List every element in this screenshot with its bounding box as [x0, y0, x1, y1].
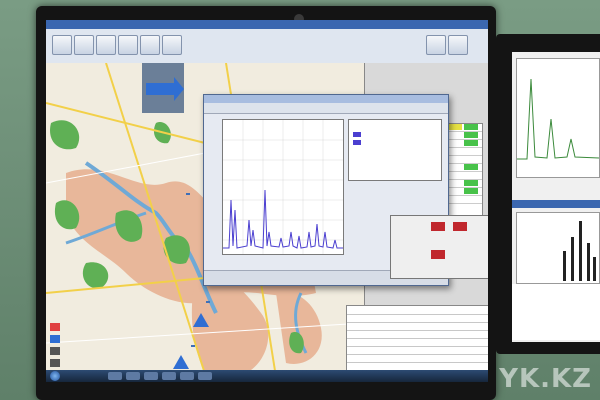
map-station-label[interactable] [191, 345, 195, 347]
secondary-window-titlebar[interactable] [512, 200, 600, 208]
data-grid [346, 305, 488, 379]
status-cell [464, 132, 478, 138]
status-cell [464, 180, 478, 186]
secondary-data-table [512, 284, 600, 340]
grid-row-line [347, 346, 488, 347]
grid-row-line [347, 330, 488, 331]
toolbar-button-8[interactable] [448, 35, 468, 55]
watermark: YK.KZ [499, 364, 592, 394]
secondary-bar-canvas [563, 221, 596, 281]
map-station-label[interactable] [206, 301, 210, 303]
secondary-line-chart [516, 58, 600, 178]
grid-row-line [347, 314, 488, 315]
os-taskbar [46, 370, 488, 382]
taskbar-item[interactable] [198, 372, 212, 380]
plot-y-axis [206, 119, 222, 253]
grid-row-line [347, 354, 488, 355]
legend-swatch [50, 347, 60, 355]
app-titlebar [46, 20, 488, 29]
status-cell [464, 188, 478, 194]
time-series-plot [222, 119, 344, 255]
series-list [348, 119, 442, 181]
legend-swatch [50, 359, 60, 367]
grid-row-line [347, 338, 488, 339]
toolbar-button-3[interactable] [96, 35, 116, 55]
secondary-bar-chart [516, 212, 600, 284]
taskbar-item[interactable] [144, 372, 158, 380]
toolbar-button-2[interactable] [74, 35, 94, 55]
toolbar-button-1[interactable] [52, 35, 72, 55]
plot-canvas [223, 120, 343, 254]
status-cell [464, 124, 478, 130]
status-cell [448, 124, 462, 130]
status-cell [464, 164, 478, 170]
toolbar-button-5[interactable] [140, 35, 160, 55]
second-screen [512, 52, 600, 342]
toolbar-button-4[interactable] [118, 35, 138, 55]
taskbar-item[interactable] [162, 372, 176, 380]
taskbar-item[interactable] [126, 372, 140, 380]
toolbar-button-7[interactable] [426, 35, 446, 55]
start-orb-icon[interactable] [50, 371, 60, 381]
map-station-label[interactable] [186, 193, 190, 195]
main-screen [46, 20, 488, 382]
alert-badge[interactable] [431, 250, 445, 259]
secondary-line-canvas [517, 78, 599, 160]
toolbar-button-6[interactable] [162, 35, 182, 55]
taskbar-item[interactable] [108, 372, 122, 380]
alert-badge[interactable] [431, 222, 445, 231]
dialog-toolbar [204, 103, 448, 114]
series-swatch[interactable] [353, 140, 361, 145]
grid-row-line [347, 322, 488, 323]
taskbar-item[interactable] [180, 372, 194, 380]
status-cell [464, 140, 478, 146]
grid-row-line [347, 362, 488, 363]
series-swatch[interactable] [353, 132, 361, 137]
station-popup [390, 215, 488, 279]
legend-swatch [50, 335, 60, 343]
legend-swatch [50, 323, 60, 331]
main-toolbar [46, 29, 488, 64]
dialog-titlebar[interactable] [204, 95, 448, 103]
alert-badge[interactable] [453, 222, 467, 231]
